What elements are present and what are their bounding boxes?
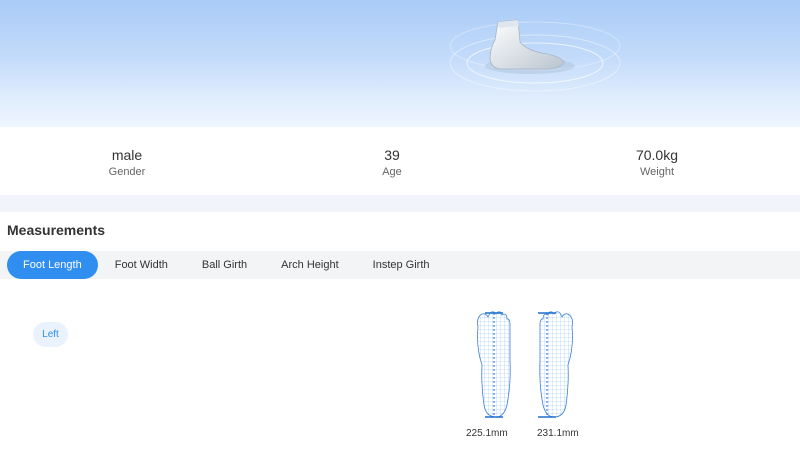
left-foot-scan: [477, 311, 511, 418]
right-foot-length-value: 231.1mm: [537, 428, 579, 439]
weight-value: 70.0kg: [635, 147, 679, 163]
weight-stat: 70.0kg Weight: [557, 127, 757, 195]
foot-scan-mesh-icon: [477, 311, 573, 418]
weight-label: Weight: [639, 166, 675, 178]
age-value: 39: [384, 147, 400, 163]
3d-foot-model-icon: [449, 19, 621, 92]
gender-value: male: [111, 147, 143, 163]
measurements-title: Measurements: [7, 222, 106, 238]
measurement-tabs: Foot Length Foot Width Ball Girth Arch H…: [0, 251, 800, 279]
profile-summary: male Gender 39 Age 70.0kg Weight: [0, 127, 800, 195]
tab-foot-width[interactable]: Foot Width: [98, 251, 185, 279]
tab-arch-height[interactable]: Arch Height: [264, 251, 355, 279]
right-foot-scan: [538, 311, 573, 418]
side-toggle-left[interactable]: Left: [33, 322, 68, 347]
section-divider: [0, 195, 800, 212]
tab-instep-girth[interactable]: Instep Girth: [356, 251, 447, 279]
gender-stat: male Gender: [27, 127, 227, 195]
left-foot-length-value: 225.1mm: [466, 428, 508, 439]
tab-foot-length[interactable]: Foot Length: [7, 251, 98, 279]
gender-label: Gender: [108, 166, 146, 178]
tab-ball-girth[interactable]: Ball Girth: [185, 251, 264, 279]
hero-banner: [0, 0, 800, 127]
age-label: Age: [382, 166, 402, 178]
age-stat: 39 Age: [292, 127, 492, 195]
